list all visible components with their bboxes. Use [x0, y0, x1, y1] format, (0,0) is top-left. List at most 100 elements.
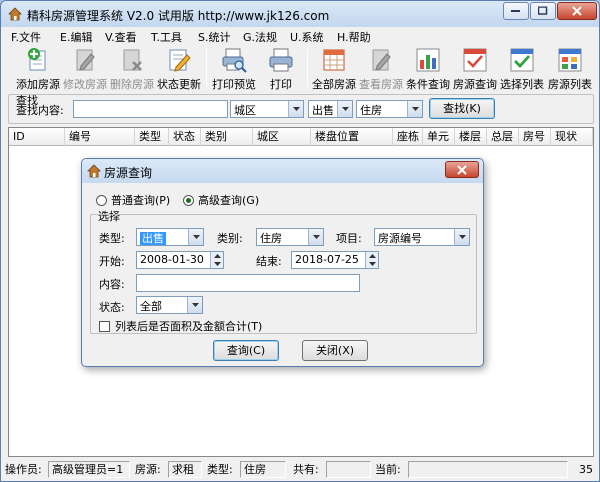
radio-dot: [96, 195, 107, 206]
column-header-id[interactable]: ID: [9, 128, 65, 146]
close-button[interactable]: [557, 2, 597, 20]
select-list-button[interactable]: 选择列表: [499, 47, 545, 91]
end-date-spinner[interactable]: [365, 252, 378, 268]
normal-query-label: 普通查询(P): [111, 194, 171, 207]
chevron-down-icon: [293, 107, 300, 111]
menu-tools[interactable]: T.工具: [151, 29, 182, 45]
state-label: 状态:: [99, 301, 125, 314]
menu-help[interactable]: H.帮助: [337, 29, 371, 45]
house-query-dialog: 房源查询 普通查询(P) 高级查询(G) 选择 类型: 出售 类别: 住房 项目…: [81, 158, 484, 367]
add-house-button[interactable]: 添加房源: [15, 47, 61, 91]
column-header-unit[interactable]: 单元: [423, 128, 455, 146]
district-select[interactable]: 城区: [230, 100, 304, 118]
start-date-label: 开始:: [99, 255, 125, 268]
dialog-close-button[interactable]: [445, 161, 479, 178]
radio-dot-selected: [183, 195, 194, 206]
selection-group: 类型: 出售 类别: 住房 项目: 房源编号 开始: 2008-01-30 结束…: [90, 214, 477, 334]
status-type-value: 住房: [240, 461, 286, 478]
title-bar[interactable]: 精科房源管理系统 V2.0 试用版 http://www.jk126.com: [1, 1, 599, 27]
house-list-button[interactable]: 房源列表: [546, 47, 594, 91]
column-header-code[interactable]: 编号: [65, 128, 135, 146]
menu-regulations[interactable]: G.法规: [243, 29, 277, 45]
content-label: 内容:: [99, 278, 125, 291]
item-label: 项目:: [336, 232, 362, 245]
district-dropdown-button[interactable]: [288, 101, 303, 117]
column-header-location[interactable]: 楼盘位置: [311, 128, 393, 146]
search-content-input[interactable]: [73, 100, 228, 118]
type-value: 出售: [140, 232, 166, 245]
column-header-building[interactable]: 座栋: [393, 128, 423, 146]
status-update-button[interactable]: 状态更新: [156, 47, 202, 91]
start-date-spinner[interactable]: [210, 252, 223, 268]
item-select[interactable]: 房源编号: [374, 228, 470, 246]
type-dropdown-button[interactable]: [188, 229, 203, 245]
print-preview-icon: [222, 48, 247, 73]
status-current-value: [408, 461, 568, 478]
chevron-down-icon: [193, 235, 200, 239]
window-title: 精科房源管理系统 V2.0 试用版 http://www.jk126.com: [27, 9, 330, 23]
property-type-value: 住房: [360, 104, 382, 117]
column-header-type[interactable]: 类型: [135, 128, 169, 146]
district-value: 城区: [234, 104, 256, 117]
maximize-button[interactable]: [530, 2, 556, 20]
chevron-down-icon: [412, 107, 419, 111]
close-dialog-button[interactable]: 关闭(X): [302, 340, 368, 361]
search-button[interactable]: 查找(K): [429, 98, 495, 119]
minimize-button[interactable]: [503, 2, 529, 20]
sum-totals-checkbox[interactable]: 列表后是否面积及金额合计(T): [99, 318, 262, 334]
house-list-label: 房源列表: [548, 78, 592, 91]
edit-house-icon: [76, 49, 95, 71]
deal-type-dropdown-button[interactable]: [337, 101, 352, 117]
property-type-dropdown-button[interactable]: [407, 101, 422, 117]
category-label: 类别:: [217, 232, 243, 245]
status-update-icon: [169, 49, 191, 72]
menu-system[interactable]: U.系统: [290, 29, 324, 45]
category-select[interactable]: 住房: [256, 228, 324, 246]
condition-query-button[interactable]: 条件查询: [405, 47, 451, 91]
chevron-down-icon: [342, 107, 349, 111]
view-house-button[interactable]: 查看房源: [358, 47, 404, 91]
menu-view[interactable]: V.查看: [105, 29, 137, 45]
column-header-status[interactable]: 状态: [169, 128, 201, 146]
menu-edit[interactable]: E.编辑: [60, 29, 92, 45]
toolbar-separator: [307, 49, 308, 87]
maximize-icon: [538, 6, 548, 15]
category-value: 住房: [260, 232, 282, 245]
print-preview-label: 打印预览: [212, 78, 256, 91]
all-houses-button[interactable]: 全部房源: [311, 47, 357, 91]
column-header-district[interactable]: 城区: [253, 128, 311, 146]
column-header-room-number[interactable]: 房号: [519, 128, 551, 146]
start-date-value: 2008-01-30: [140, 253, 204, 266]
house-search-button[interactable]: 房源查询: [452, 47, 498, 91]
item-dropdown-button[interactable]: [454, 229, 469, 245]
advanced-query-radio[interactable]: 高级查询(G): [183, 192, 259, 208]
print-button[interactable]: 打印: [258, 47, 304, 91]
delete-house-button[interactable]: 删除房源: [109, 47, 155, 91]
advanced-query-label: 高级查询(G): [198, 194, 260, 207]
edit-house-button[interactable]: 修改房源: [62, 47, 108, 91]
print-preview-button[interactable]: 打印预览: [211, 47, 257, 91]
status-current-label: 当前:: [375, 463, 401, 476]
column-header-current-state[interactable]: 现状: [551, 128, 593, 146]
state-select[interactable]: 全部: [136, 296, 203, 314]
type-select[interactable]: 出售: [136, 228, 204, 246]
query-button[interactable]: 查询(C): [213, 340, 279, 361]
column-header-total-floors[interactable]: 总层: [487, 128, 519, 146]
deal-type-select[interactable]: 出售: [308, 100, 353, 118]
menu-statistics[interactable]: S.统计: [198, 29, 230, 45]
normal-query-radio[interactable]: 普通查询(P): [96, 192, 170, 208]
item-value: 房源编号: [378, 232, 422, 245]
content-input[interactable]: [136, 274, 360, 292]
category-dropdown-button[interactable]: [308, 229, 323, 245]
end-date-input[interactable]: 2018-07-25: [291, 251, 379, 269]
start-date-input[interactable]: 2008-01-30: [136, 251, 224, 269]
menu-file[interactable]: F.文件: [11, 29, 41, 45]
state-dropdown-button[interactable]: [187, 297, 202, 313]
column-header-category[interactable]: 类别: [201, 128, 253, 146]
search-group: 查找内容: 城区 出售 住房 查找(K): [8, 94, 594, 124]
column-header-floor[interactable]: 楼层: [455, 128, 487, 146]
dialog-title-bar[interactable]: 房源查询: [82, 159, 483, 183]
status-operator-label: 操作员:: [5, 463, 42, 476]
condition-query-label: 条件查询: [406, 78, 450, 91]
property-type-select[interactable]: 住房: [356, 100, 423, 118]
